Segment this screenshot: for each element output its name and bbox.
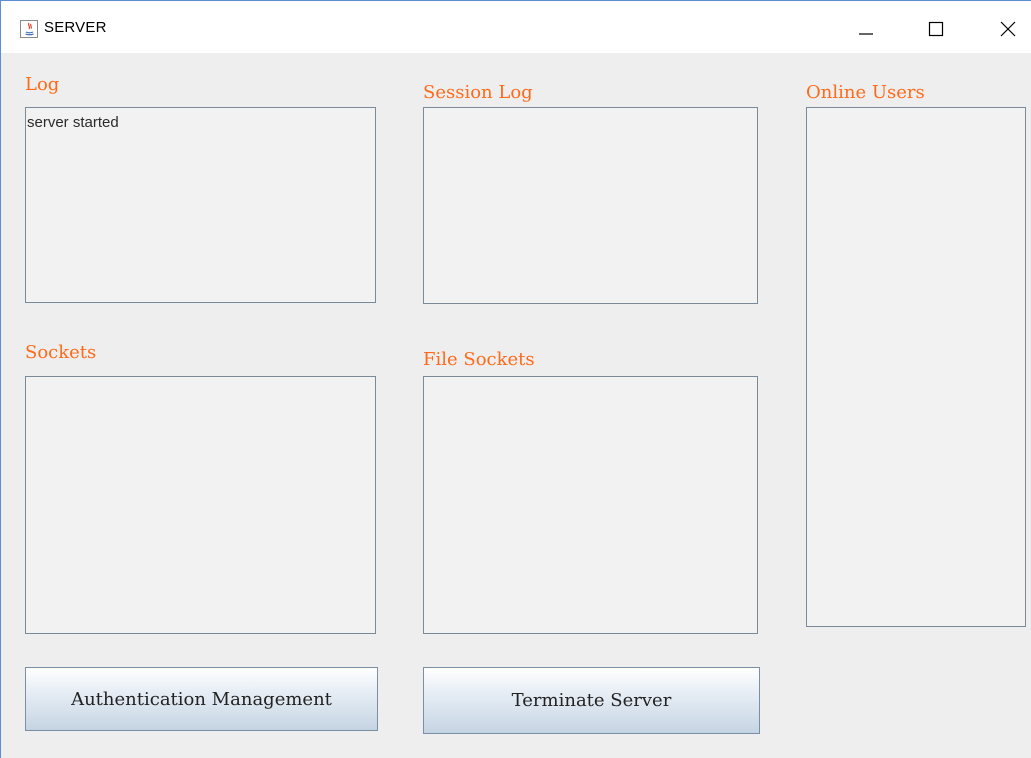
log-textarea[interactable]: server started: [25, 107, 376, 303]
window-title: SERVER: [44, 19, 107, 36]
log-label: Log: [25, 74, 60, 95]
minimize-button[interactable]: [843, 1, 889, 53]
close-icon: [1000, 21, 1016, 37]
maximize-icon: [928, 21, 944, 37]
maximize-button[interactable]: [913, 1, 959, 53]
online-users-label: Online Users: [806, 82, 925, 103]
title-bar[interactable]: SERVER: [1, 1, 1031, 53]
java-app-icon: [20, 20, 38, 38]
file-sockets-label: File Sockets: [423, 349, 535, 370]
sockets-label: Sockets: [25, 342, 97, 363]
close-button[interactable]: [985, 1, 1031, 53]
session-log-label: Session Log: [423, 82, 533, 103]
minimize-icon: [859, 33, 873, 35]
terminate-server-button[interactable]: Terminate Server: [423, 667, 760, 734]
session-log-textarea[interactable]: [423, 107, 758, 304]
online-users-list[interactable]: [806, 107, 1026, 627]
client-area: Log server started Session Log Online Us…: [1, 53, 1031, 758]
file-sockets-textarea[interactable]: [423, 376, 758, 634]
sockets-textarea[interactable]: [25, 376, 376, 634]
authentication-management-button[interactable]: Authentication Management: [25, 667, 378, 731]
server-window: SERVER Log server started Session Log On…: [0, 0, 1031, 758]
